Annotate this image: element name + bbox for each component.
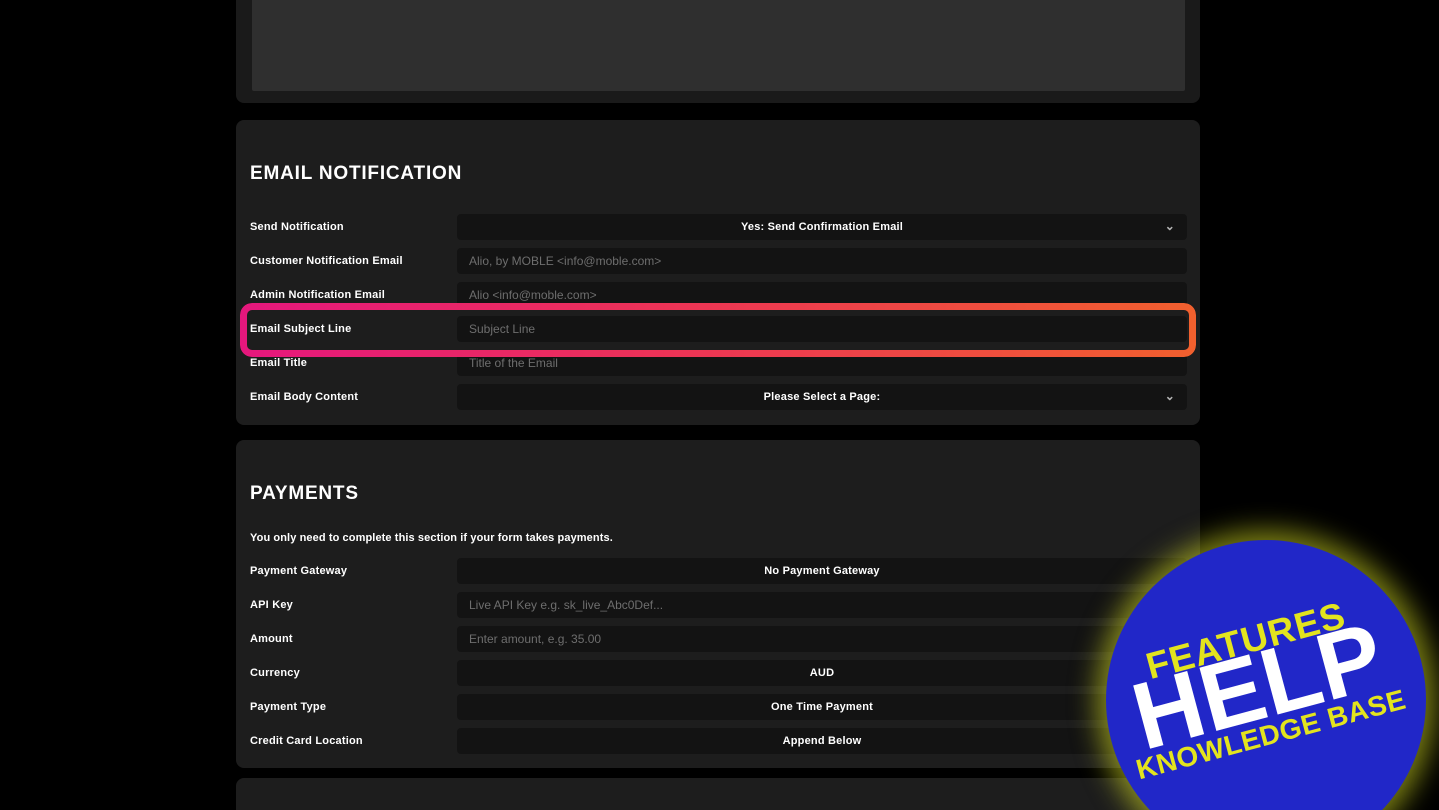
field-label: Amount [250,633,293,645]
send-notification-select[interactable]: Yes: Send Confirmation Email ⌄ [457,214,1187,240]
row-customer-notification-email: Customer Notification Email [250,248,1187,274]
email-subject-line-input[interactable] [457,316,1187,342]
email-notification-rows: Send Notification Yes: Send Confirmation… [236,214,1200,410]
field-label: Payment Gateway [250,565,348,577]
row-api-key: API Key [250,592,1187,618]
row-send-notification: Send Notification Yes: Send Confirmation… [250,214,1187,240]
currency-select[interactable]: AUD [457,660,1187,686]
select-value: One Time Payment [770,701,874,713]
row-admin-notification-email: Admin Notification Email [250,282,1187,308]
email-notification-section: EMAIL NOTIFICATION Send Notification Yes… [236,120,1200,425]
help-badge-text: FEATURES HELP KNOWLEDGE BASE [1107,585,1410,786]
credit-card-location-select[interactable]: Append Below [457,728,1187,754]
select-value: AUD [809,667,835,679]
select-value: Yes: Send Confirmation Email [740,221,904,233]
field-label: Currency [250,667,300,679]
payments-section: PAYMENTS You only need to complete this … [236,440,1200,768]
customer-notification-email-input[interactable] [457,248,1187,274]
email-title-input[interactable] [457,350,1187,376]
field-label: Email Title [250,357,308,369]
field-label: Admin Notification Email [250,289,385,301]
row-email-subject-line: Email Subject Line [250,316,1187,342]
field-label: Email Body Content [250,391,359,403]
row-email-title: Email Title [250,350,1187,376]
row-payment-type: Payment Type One Time Payment [250,694,1187,720]
chevron-down-icon: ⌄ [1164,388,1175,403]
payment-type-select[interactable]: One Time Payment [457,694,1187,720]
payments-note: You only need to complete this section i… [250,532,613,544]
field-label: Payment Type [250,701,327,713]
amount-input[interactable] [457,626,1187,652]
bottom-panel-card [236,778,1200,810]
payment-gateway-select[interactable]: No Payment Gateway [457,558,1187,584]
field-label: API Key [250,599,293,611]
chevron-down-icon: ⌄ [1164,218,1175,233]
section-title-payments: PAYMENTS [250,483,359,504]
row-email-body-content: Email Body Content Please Select a Page:… [250,384,1187,410]
field-label: Email Subject Line [250,323,352,335]
field-label: Send Notification [250,221,344,233]
field-label: Customer Notification Email [250,255,403,267]
admin-notification-email-input[interactable] [457,282,1187,308]
select-value: No Payment Gateway [764,565,880,577]
select-value: Append Below [782,735,862,747]
top-panel-card [236,0,1200,103]
email-body-content-select[interactable]: Please Select a Page: ⌄ [457,384,1187,410]
payments-rows: Payment Gateway No Payment Gateway API K… [236,558,1200,754]
api-key-input[interactable] [457,592,1187,618]
row-credit-card-location: Credit Card Location Append Below [250,728,1187,754]
top-panel-content [252,0,1185,91]
row-currency: Currency AUD [250,660,1187,686]
row-amount: Amount [250,626,1187,652]
section-title-email-notification: EMAIL NOTIFICATION [250,163,463,184]
field-label: Credit Card Location [250,735,363,747]
select-value: Please Select a Page: [763,391,881,403]
row-payment-gateway: Payment Gateway No Payment Gateway [250,558,1187,584]
